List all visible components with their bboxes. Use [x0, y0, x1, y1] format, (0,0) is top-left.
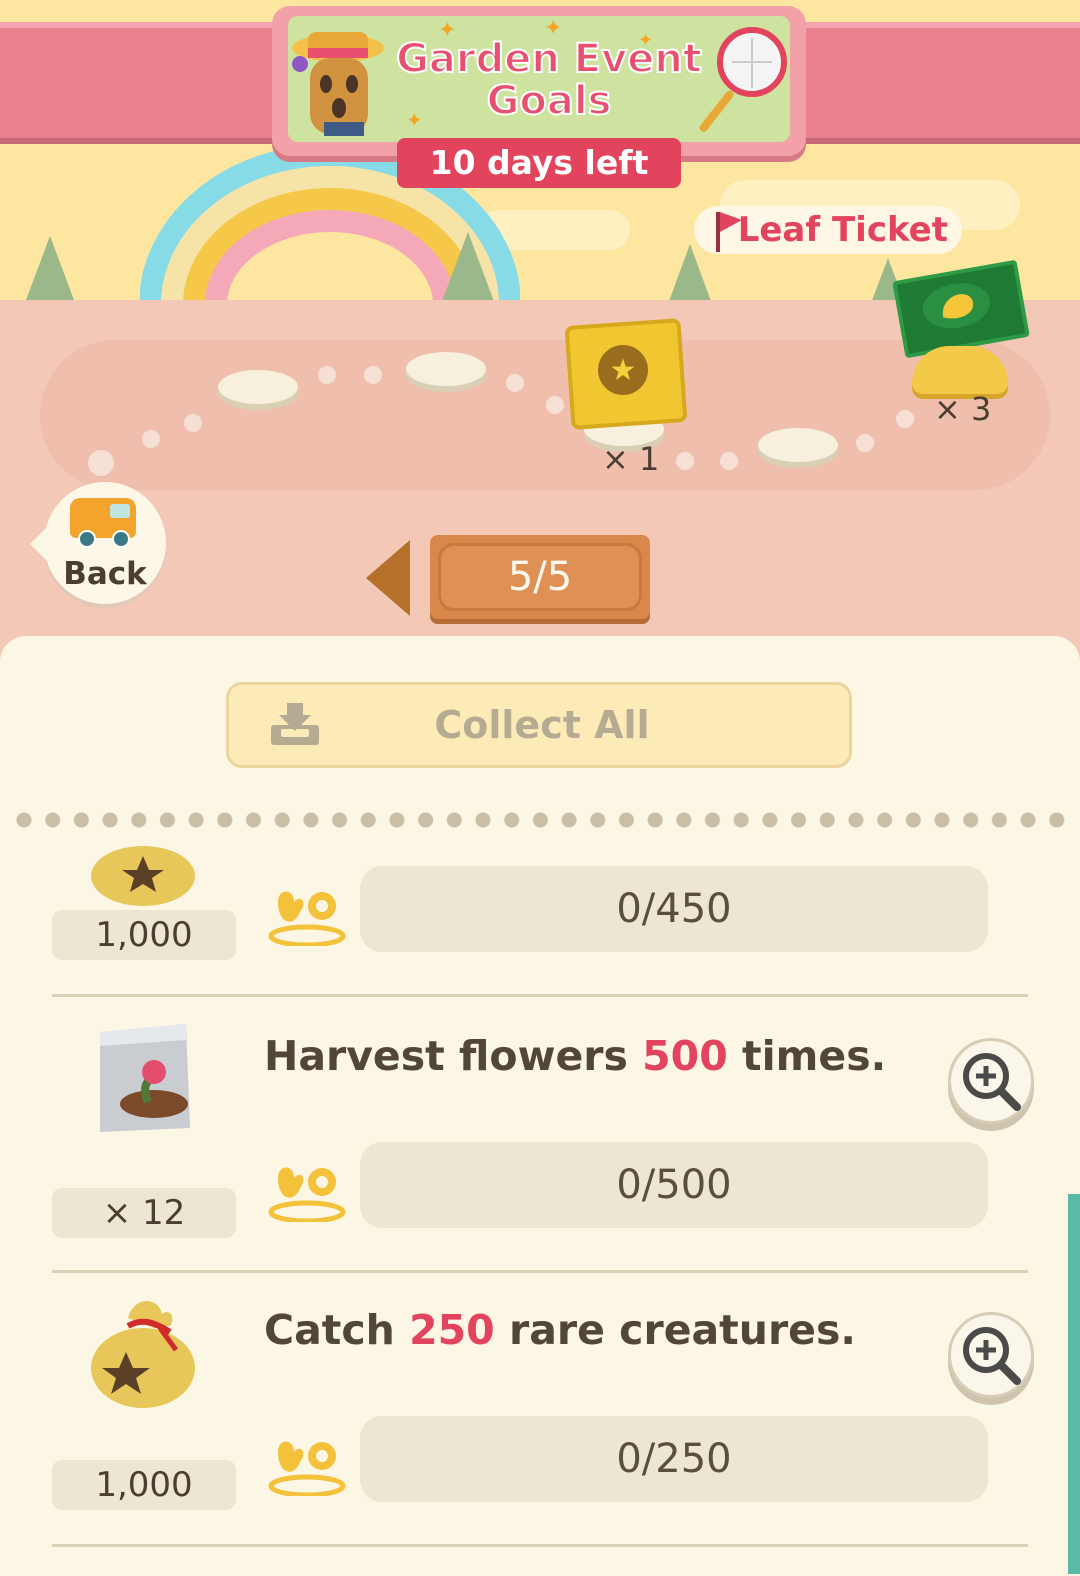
days-left-banner: 10 days left: [397, 138, 681, 188]
trail-dot: [88, 450, 114, 476]
trail-dot: [184, 414, 202, 432]
goal-text: Catch: [264, 1306, 410, 1354]
trail-dot: [506, 374, 524, 392]
map-reward-count: × 1: [602, 440, 660, 478]
page-indicator: 5/5: [430, 535, 650, 619]
event-header-art: Garden Event Goals ✦ ✦ ✦ ✦: [288, 16, 790, 142]
scarecrow-character-icon: [292, 32, 384, 136]
sparkle-icon: ✦: [438, 18, 457, 43]
previous-page-arrow[interactable]: [366, 540, 410, 616]
campervan-wheel: [78, 530, 96, 548]
goals-panel: Collect All 1,000 0/450 × 12 Harvest flo…: [0, 636, 1080, 1576]
goal-row: 1,000 Catch 250 rare creatures. 0/250: [0, 1270, 1080, 1547]
magnifier-plus-icon: [963, 1327, 1021, 1385]
zoom-button[interactable]: [948, 1312, 1034, 1398]
sparkle-icon: ✦: [406, 108, 423, 132]
leaf-ticket-count: × 3: [934, 390, 992, 428]
goal-text: times.: [727, 1032, 887, 1080]
page-indicator-label: 5/5: [438, 543, 642, 611]
event-title-line2: Goals: [486, 78, 613, 124]
flower-points-icon: [268, 891, 346, 946]
reward-pedestal: [912, 346, 1008, 394]
goal-text: Harvest flowers: [264, 1032, 643, 1080]
goal-target: 250: [409, 1306, 495, 1354]
goal-progress: 0/450: [360, 866, 988, 952]
goal-progress: 0/250: [360, 1416, 988, 1502]
sparkle-icon: ✦: [638, 30, 654, 51]
trail-dot: [142, 430, 160, 448]
flower-points-icon: [268, 1167, 346, 1222]
seed-bag-icon: [100, 1024, 190, 1132]
goal-row: × 12 Harvest flowers 500 times. 0/500: [0, 996, 1080, 1273]
flower-points-icon: [268, 1441, 346, 1496]
trail-dot: [896, 410, 914, 428]
sparkle-icon: ✦: [544, 16, 563, 41]
reward-quantity: × 12: [52, 1188, 236, 1238]
flag-icon: [716, 212, 742, 252]
event-title-line1: Garden Event: [395, 36, 703, 82]
event-title: Garden Event Goals: [384, 36, 714, 124]
row-divider: [52, 1544, 1028, 1547]
goal-target: 500: [642, 1032, 728, 1080]
collect-all-label: Collect All: [434, 703, 650, 747]
trail-dot: [364, 366, 382, 384]
reward-quantity: 1,000: [52, 910, 236, 960]
event-header-plaque: Garden Event Goals ✦ ✦ ✦ ✦: [272, 6, 806, 156]
bug-net-icon: [699, 27, 787, 132]
trail-dot: [546, 396, 564, 414]
reward-quantity: 1,000: [52, 1460, 236, 1510]
trail-dot: [856, 434, 874, 452]
trail-stone: [218, 370, 298, 404]
tree-decoration: [668, 244, 712, 304]
goal-description: Harvest flowers 500 times.: [264, 1032, 886, 1080]
bell-bag-icon: [91, 846, 195, 906]
magnifier-plus-icon: [963, 1053, 1021, 1111]
back-button[interactable]: Back: [30, 482, 166, 604]
trail-dot: [318, 366, 336, 384]
trail-dot: [676, 452, 694, 470]
scrollbar-thumb[interactable]: [1068, 1194, 1080, 1574]
goal-text: rare creatures.: [494, 1306, 856, 1354]
dotted-separator: [16, 812, 1076, 828]
zoom-button[interactable]: [948, 1038, 1034, 1124]
back-label: Back: [63, 556, 147, 592]
collect-all-button[interactable]: Collect All: [226, 682, 852, 768]
campervan-icon: [70, 498, 136, 548]
goal-row: 1,000 0/450: [0, 832, 1080, 997]
trail-stone: [758, 428, 838, 462]
goals-list[interactable]: 1,000 0/450 × 12 Harvest flowers 500 tim…: [0, 832, 1080, 1572]
goal-description: Catch 250 rare creatures.: [264, 1306, 856, 1354]
campervan-wheel: [112, 530, 130, 548]
goal-progress: 0/500: [360, 1142, 988, 1228]
trail-dot: [720, 452, 738, 470]
bell-bag-icon: [91, 1300, 195, 1408]
bell-bag-icon: ★: [598, 345, 648, 395]
campervan-window: [110, 504, 130, 518]
trail-stone: [406, 352, 486, 386]
